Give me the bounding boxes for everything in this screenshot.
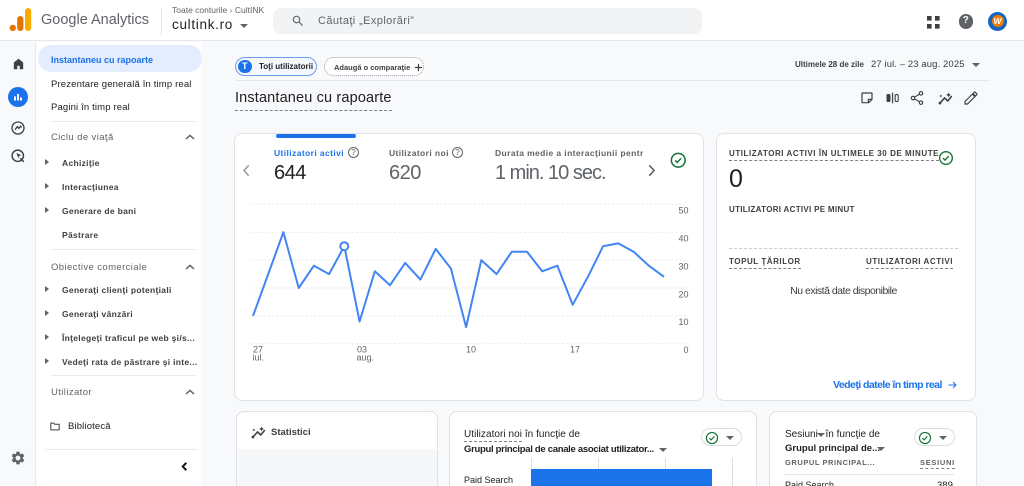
svg-text:40: 40 — [678, 234, 688, 244]
svg-text:30: 30 — [678, 261, 688, 271]
svg-text:10: 10 — [466, 345, 476, 355]
svg-text:aug.: aug. — [357, 353, 375, 363]
svg-text:10: 10 — [678, 317, 688, 327]
svg-text:17: 17 — [570, 345, 580, 355]
svg-text:50: 50 — [678, 206, 688, 216]
svg-text:iul.: iul. — [253, 353, 265, 363]
svg-text:0: 0 — [683, 345, 688, 355]
svg-text:20: 20 — [678, 289, 688, 299]
